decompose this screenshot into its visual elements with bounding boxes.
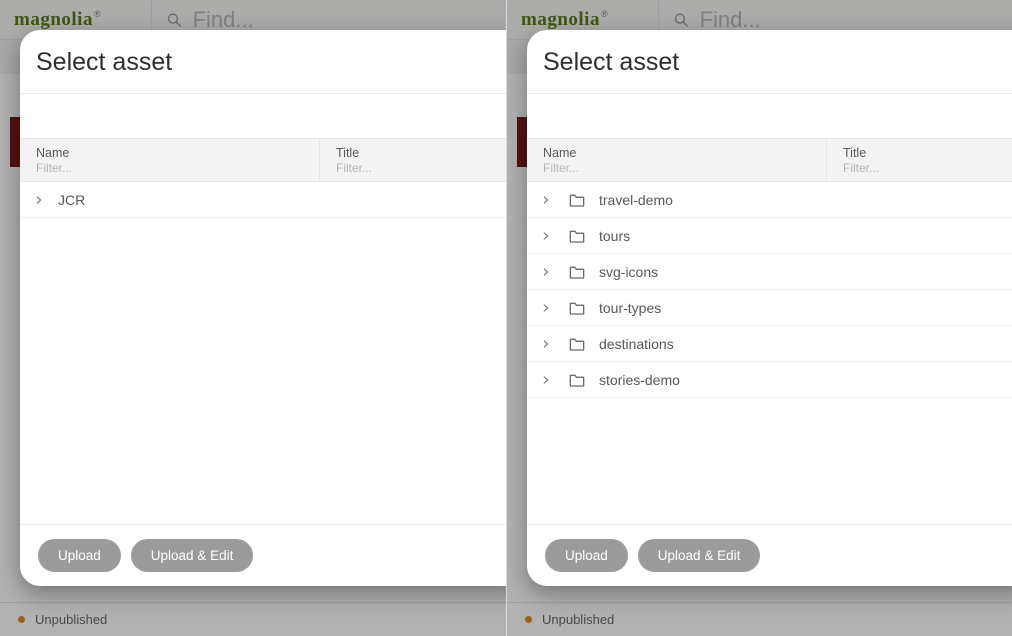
column-header-title[interactable]: Title <box>320 139 506 181</box>
column-header-name[interactable]: Name <box>20 139 320 181</box>
tree-row[interactable]: stories-demo <box>527 362 1012 398</box>
dialog-footer: Upload Upload & Edit <box>527 524 1012 586</box>
upload-edit-button[interactable]: Upload & Edit <box>638 539 761 572</box>
column-label: Name <box>543 146 816 160</box>
dialog-title: Select asset <box>20 30 506 94</box>
select-asset-dialog: Select asset Name Title JCR Upload Uploa… <box>20 30 506 586</box>
folder-icon <box>569 229 585 243</box>
chevron-right-icon <box>34 195 44 205</box>
folder-icon <box>569 301 585 315</box>
column-filter-name[interactable] <box>36 161 309 175</box>
select-asset-dialog: Select asset Name Title travel-demo tours… <box>527 30 1012 586</box>
folder-icon <box>569 265 585 279</box>
column-header-title[interactable]: Title <box>827 139 1012 181</box>
table-header: Name Title <box>527 138 1012 182</box>
column-filter-title[interactable] <box>336 161 506 175</box>
tree-row[interactable]: tour-types <box>527 290 1012 326</box>
dialog-title: Select asset <box>527 30 1012 94</box>
tree-row-name: tour-types <box>599 300 661 316</box>
tree-row[interactable]: JCR <box>20 182 506 218</box>
chevron-right-icon <box>541 231 551 241</box>
folder-icon <box>569 373 585 387</box>
upload-button[interactable]: Upload <box>545 539 628 572</box>
app-pane-right: magnolia® Unpublished Select asset Name … <box>506 0 1012 636</box>
asset-tree: travel-demo tours svg-icons tour-types desti… <box>527 182 1012 524</box>
column-filter-name[interactable] <box>543 161 816 175</box>
tree-row[interactable]: svg-icons <box>527 254 1012 290</box>
column-label: Title <box>336 146 506 160</box>
upload-button[interactable]: Upload <box>38 539 121 572</box>
column-header-name[interactable]: Name <box>527 139 827 181</box>
upload-edit-button[interactable]: Upload & Edit <box>131 539 254 572</box>
chevron-right-icon <box>541 375 551 385</box>
dialog-footer: Upload Upload & Edit <box>20 524 506 586</box>
chevron-right-icon <box>541 303 551 313</box>
app-pane-left: magnolia® Unpublished Select asset Name … <box>0 0 506 636</box>
tree-row-name: svg-icons <box>599 264 658 280</box>
tree-row-name: travel-demo <box>599 192 673 208</box>
folder-icon <box>569 193 585 207</box>
tree-row-name: stories-demo <box>599 372 680 388</box>
column-label: Name <box>36 146 309 160</box>
chevron-right-icon <box>541 267 551 277</box>
tree-row[interactable]: tours <box>527 218 1012 254</box>
column-label: Title <box>843 146 1012 160</box>
chevron-right-icon <box>541 195 551 205</box>
tree-row-name: JCR <box>58 192 85 208</box>
tree-row[interactable]: travel-demo <box>527 182 1012 218</box>
tree-row-name: destinations <box>599 336 674 352</box>
table-header: Name Title <box>20 138 506 182</box>
column-filter-title[interactable] <box>843 161 1012 175</box>
tree-row-name: tours <box>599 228 630 244</box>
asset-tree: JCR <box>20 182 506 524</box>
chevron-right-icon <box>541 339 551 349</box>
folder-icon <box>569 337 585 351</box>
tree-row[interactable]: destinations <box>527 326 1012 362</box>
